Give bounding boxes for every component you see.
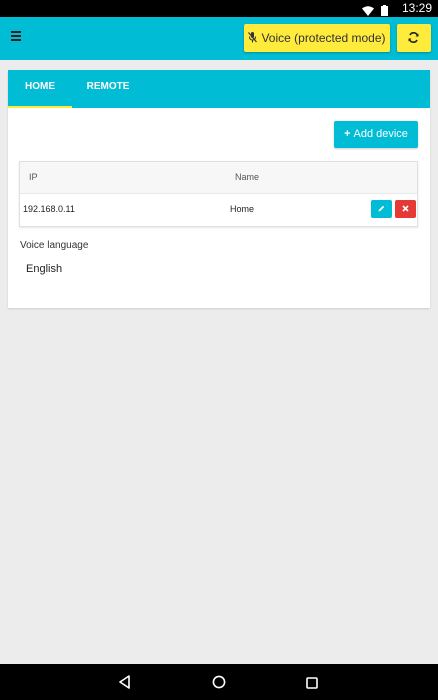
table-header: IP Name — [20, 162, 417, 194]
tab-remote-label: REMOTE — [86, 81, 130, 92]
table-row: 192.168.0.11 Home — [20, 193, 417, 226]
device-name: Home — [230, 204, 255, 214]
tab-bar: HOME REMOTE — [8, 70, 430, 108]
add-device-label: Add device — [353, 128, 408, 140]
back-icon[interactable] — [118, 675, 131, 694]
edit-device-button[interactable] — [371, 200, 392, 218]
device-table: IP Name 192.168.0.11 Home — [19, 161, 418, 227]
tab-remote[interactable]: REMOTE — [72, 70, 144, 108]
navigation-bar — [0, 664, 438, 700]
column-header-ip: IP — [29, 172, 38, 182]
voice-language-label: Voice language — [20, 240, 89, 251]
delete-device-button[interactable] — [395, 200, 416, 218]
column-header-name: Name — [235, 172, 260, 182]
tab-home-label: HOME — [25, 81, 55, 92]
recent-apps-icon[interactable] — [306, 676, 318, 694]
status-time: 13:29 — [401, 1, 432, 15]
edit-icon — [378, 205, 385, 212]
app-bar: Voice (protected mode) — [0, 17, 438, 60]
home-icon[interactable] — [212, 675, 226, 694]
menu-icon[interactable] — [10, 31, 24, 45]
mic-off-icon — [248, 32, 258, 43]
main-card: HOME REMOTE + Add device IP Name 192.168.… — [8, 70, 430, 308]
refresh-button[interactable] — [397, 24, 431, 52]
delete-icon — [402, 205, 409, 212]
voice-protected-mode-button[interactable]: Voice (protected mode) — [244, 24, 390, 52]
active-tab-indicator — [8, 106, 72, 108]
voice-button-label: Voice (protected mode) — [261, 31, 386, 45]
status-bar: 13:29 — [0, 0, 438, 17]
tab-home[interactable]: HOME — [8, 70, 72, 108]
device-ip: 192.168.0.11 — [23, 204, 75, 214]
plus-icon: + — [344, 128, 351, 140]
refresh-icon — [408, 32, 419, 43]
add-device-button[interactable]: + Add device — [334, 121, 418, 148]
voice-language-select[interactable]: English — [26, 263, 62, 275]
